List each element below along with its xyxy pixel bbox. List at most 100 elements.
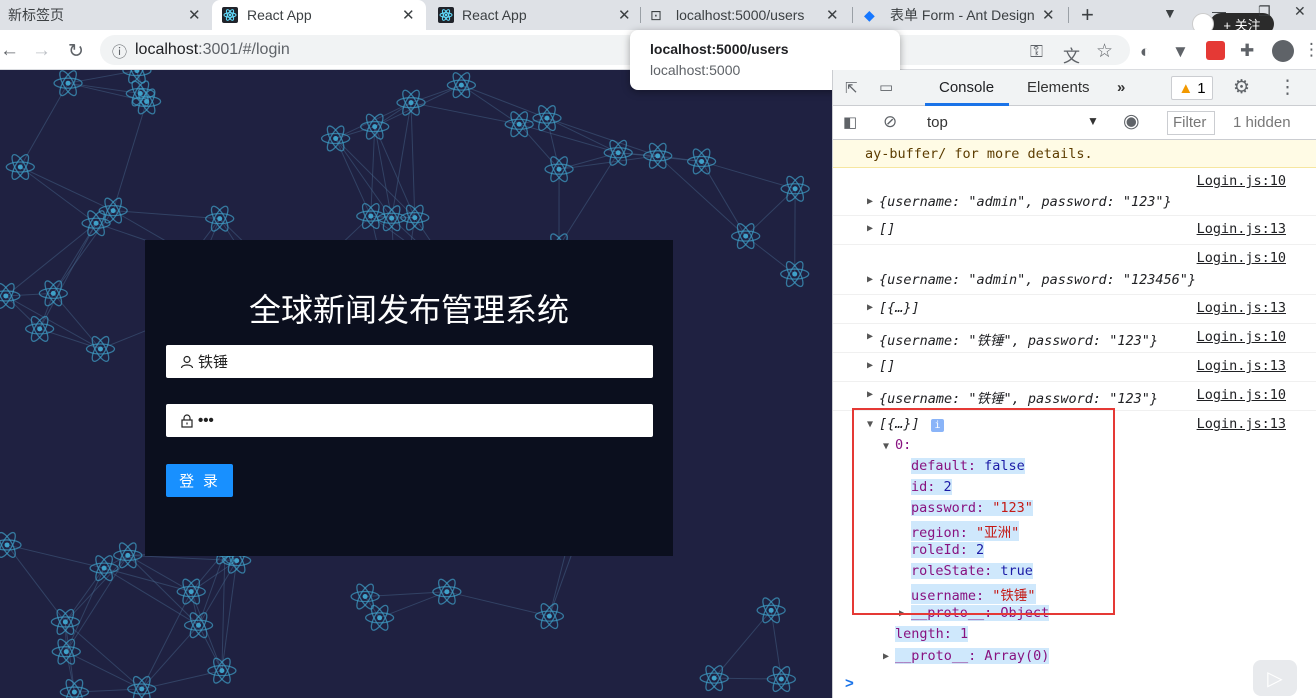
expand-arrow-icon[interactable]: ▶ [867, 274, 873, 285]
source-link[interactable]: Login.js:13 [1197, 416, 1286, 432]
log-text: {username: "铁锤", password: "123"} [879, 391, 1158, 407]
tab-separator [1068, 7, 1069, 23]
filter-input[interactable]: Filter [1167, 111, 1215, 135]
source-link[interactable]: Login.js:13 [1197, 300, 1286, 316]
log-entry[interactable]: Login.js:10 ▶ {username: "铁锤", password:… [833, 382, 1316, 411]
hidden-count[interactable]: 1 hidden [1233, 114, 1291, 131]
expand-arrow-icon[interactable]: ▶ [867, 331, 873, 342]
react-logo-icon [438, 7, 454, 23]
close-icon[interactable]: ✕ [1042, 6, 1055, 24]
particle-link [52, 293, 101, 350]
particle-link [5, 222, 97, 297]
particle-link [103, 567, 199, 626]
log-entry[interactable]: Login.js:10 ▶ {username: "admin", passwo… [833, 245, 1316, 295]
react-atom-icon [731, 223, 761, 250]
tab-ant-design-form[interactable]: ◆ 表单 Form - Ant Design ✕ [856, 0, 1066, 30]
tab-localhost-users[interactable]: ⊡ localhost:5000/users ✕ [644, 0, 850, 30]
clear-console-icon[interactable]: ⊘ [883, 112, 897, 132]
expand-arrow-icon[interactable]: ▶ [867, 196, 873, 207]
bookmark-star-icon[interactable]: ☆ [1096, 40, 1113, 63]
back-icon[interactable]: ← [0, 40, 19, 62]
tab-console[interactable]: Console [939, 79, 994, 96]
close-icon[interactable]: ✕ [826, 6, 839, 24]
extension-icon[interactable]: ◐ [1140, 42, 1150, 62]
vue-devtools-icon[interactable]: ▼ [1172, 42, 1189, 62]
warning-badge[interactable]: ▲ 1 [1171, 76, 1213, 100]
key-icon[interactable]: ⚿ [1030, 42, 1043, 62]
devtools-menu-icon[interactable]: ⋮ [1278, 76, 1297, 99]
particle-link [20, 166, 114, 212]
lock-icon [180, 413, 194, 428]
profile-icon[interactable] [1272, 40, 1294, 62]
tab-new-tab[interactable]: 新标签页 ✕ [0, 0, 208, 30]
close-icon[interactable]: ✕ [188, 6, 201, 24]
expand-arrow-icon[interactable]: ▶ [867, 360, 873, 371]
particle-link [446, 591, 550, 617]
source-link[interactable]: Login.js:10 [1197, 250, 1286, 266]
close-icon[interactable]: ✕ [618, 6, 631, 24]
forward-icon[interactable]: → [32, 40, 51, 62]
restore-icon[interactable]: ❐ [1258, 3, 1271, 20]
sidebar-toggle-icon[interactable]: ◧ [843, 113, 857, 131]
source-link[interactable]: Login.js:10 [1197, 173, 1286, 189]
puzzle-icon[interactable]: ✚ [1240, 41, 1254, 61]
context-selector[interactable]: top [927, 114, 948, 131]
warning-count: 1 [1197, 79, 1206, 97]
device-toolbar-icon[interactable]: ▭ [879, 78, 893, 96]
particle-link [714, 677, 782, 680]
source-link[interactable]: Login.js:10 [1197, 387, 1286, 403]
username-input[interactable]: 铁锤 [166, 345, 653, 378]
eye-icon[interactable]: ◉ [1123, 110, 1140, 133]
info-icon[interactable]: ⓘ [112, 41, 127, 62]
fe-extension-icon[interactable] [1206, 41, 1225, 60]
tab-title: localhost:5000/users [676, 7, 805, 23]
particle-link [66, 651, 142, 690]
tab-react-app[interactable]: React App ✕ [430, 0, 636, 30]
log-entry[interactable]: Login.js:13 ▶ [] [833, 353, 1316, 382]
log-text: [] [879, 221, 896, 237]
chevron-down-icon[interactable]: ▼ [1087, 114, 1099, 128]
new-tab-icon[interactable]: + [1081, 2, 1094, 28]
particle-link [67, 70, 138, 84]
particle-link [461, 84, 548, 119]
proto-array[interactable]: __proto__: Array(0) [895, 648, 1050, 664]
log-entry[interactable]: Login.js:10 ▶ {username: "铁锤", password:… [833, 324, 1316, 353]
console-toolbar: ◧ ⊘ top ▼ ◉ Filter 1 hidden [833, 106, 1316, 140]
react-atom-icon [176, 578, 206, 605]
particle-link [52, 222, 97, 294]
user-icon [180, 355, 194, 369]
reload-icon[interactable]: ↻ [68, 40, 84, 63]
particle-link [374, 126, 416, 218]
expand-arrow-icon[interactable]: ▶ [883, 651, 889, 662]
source-link[interactable]: Login.js:10 [1197, 329, 1286, 345]
expand-arrow-icon[interactable]: ▶ [867, 389, 873, 400]
log-entry[interactable]: Login.js:10 ▶ {username: "admin", passwo… [833, 168, 1316, 216]
tab-search-icon[interactable]: ▼ [1163, 5, 1177, 21]
log-entry[interactable]: Login.js:13 ▶ [{…}] [833, 295, 1316, 324]
close-window-icon[interactable]: ✕ [1294, 3, 1306, 20]
menu-dots-icon[interactable]: ⋮ [1303, 40, 1316, 60]
react-atom-icon [364, 604, 395, 631]
login-button[interactable]: 登 录 [166, 464, 233, 497]
react-atom-icon [85, 335, 116, 363]
tab-react-app-active[interactable]: React App ✕ [212, 0, 426, 30]
close-icon[interactable]: ✕ [402, 6, 415, 24]
console-prompt[interactable]: > [845, 675, 854, 692]
url-text[interactable]: localhost:3001/#/login [135, 41, 290, 59]
page-title: 全球新闻发布管理系统 [248, 291, 569, 329]
particle-link [546, 117, 560, 170]
more-tabs-icon[interactable]: » [1117, 79, 1125, 96]
settings-gear-icon[interactable]: ⚙ [1233, 76, 1250, 99]
log-text: {username: "铁锤", password: "123"} [879, 333, 1158, 349]
log-text: [] [879, 358, 896, 374]
source-link[interactable]: Login.js:13 [1197, 221, 1286, 237]
log-entry[interactable]: Login.js:13 ▶ [] [833, 216, 1316, 245]
source-link[interactable]: Login.js:13 [1197, 358, 1286, 374]
tab-elements[interactable]: Elements [1027, 79, 1090, 96]
password-input[interactable]: ••• [166, 404, 653, 437]
expand-arrow-icon[interactable]: ▶ [867, 223, 873, 234]
inspect-element-icon[interactable]: ⇱ [845, 79, 858, 97]
translate-icon[interactable]: 文 [1063, 42, 1080, 67]
expand-arrow-icon[interactable]: ▶ [867, 302, 873, 313]
video-play-button[interactable]: ▷ [1253, 660, 1297, 696]
